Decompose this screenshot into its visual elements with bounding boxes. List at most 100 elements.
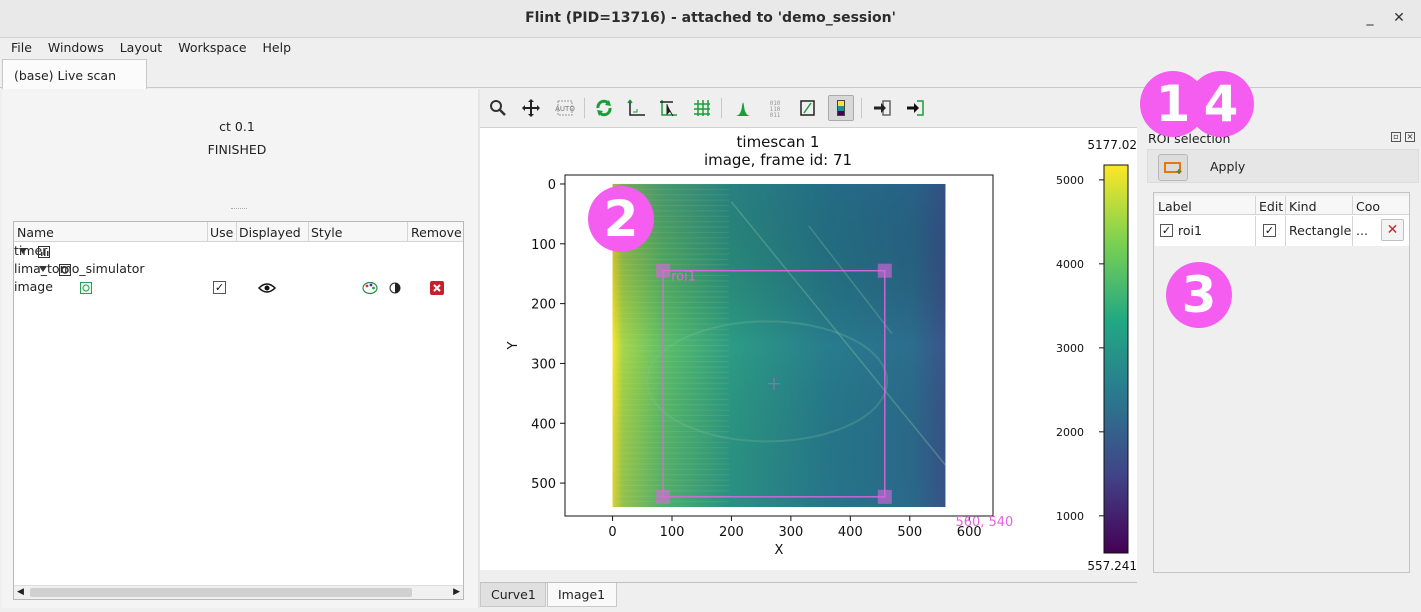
- horizontal-scrollbar[interactable]: ◀ ▶: [14, 585, 463, 599]
- tree-header: Name Use Displayed Style Remove: [14, 222, 463, 242]
- image-icon: [80, 282, 92, 294]
- expand-arrow-icon[interactable]: [39, 266, 47, 272]
- y-axis: 0 100 200 300 400 500: [531, 178, 565, 492]
- column-displayed[interactable]: Displayed: [239, 225, 301, 243]
- roi-label-cell[interactable]: roi1: [1178, 223, 1202, 238]
- y-axis-label: Y: [506, 341, 521, 350]
- menu-windows[interactable]: Windows: [48, 38, 104, 55]
- plot-canvas[interactable]: timescan 1 image, frame id: 71 0 100 200 30…: [480, 127, 1137, 571]
- tab-live-scan[interactable]: (base) Live scan: [2, 59, 147, 89]
- tab-curve1[interactable]: Curve1: [480, 583, 546, 607]
- roi-handle[interactable]: [656, 489, 671, 504]
- roi-handle[interactable]: [877, 263, 892, 278]
- x-axis-label: X: [775, 543, 784, 558]
- column-use[interactable]: Use: [210, 225, 233, 243]
- column-remove[interactable]: Remove: [411, 225, 462, 243]
- menu-layout[interactable]: Layout: [120, 38, 163, 55]
- aspect-ratio-icon[interactable]: [795, 95, 821, 121]
- chart-icon: [38, 246, 50, 258]
- roi-label: roi1: [671, 270, 696, 285]
- import-icon[interactable]: [869, 95, 895, 121]
- y-tick-label: 500: [531, 477, 556, 492]
- crosshair-cursor-icon[interactable]: [656, 95, 682, 121]
- close-button[interactable]: ✕: [1389, 8, 1409, 28]
- colorbar-tick-label: 5000: [1056, 174, 1084, 187]
- image-plot[interactable]: timescan 1 image, frame id: 71 0 100 200 30…: [480, 128, 1137, 571]
- palette-icon[interactable]: [362, 281, 378, 295]
- tree-row[interactable]: timer: [14, 243, 463, 261]
- zoom-icon[interactable]: [485, 95, 511, 121]
- window-title: Flint (PID=13716) - attached to 'demo_se…: [525, 10, 896, 26]
- autoscale-icon[interactable]: AUTO: [552, 95, 578, 121]
- roi-edit-checkbox[interactable]: ✓: [1263, 224, 1276, 237]
- column-kind[interactable]: Kind: [1289, 199, 1317, 214]
- use-checkbox[interactable]: ✓: [213, 281, 226, 294]
- colorbar-min-label: 557.2411: [1087, 559, 1137, 571]
- image-plot-panel: AUTO 010 110 011 timescan 1 image, frame…: [480, 89, 1137, 608]
- annotation-badge-3: 3: [1166, 262, 1232, 328]
- tree-item-label: lima_tomo_simulator: [14, 261, 145, 276]
- apply-button[interactable]: Apply: [1210, 159, 1245, 174]
- roi-kind-cell: Rectangle: [1289, 223, 1352, 238]
- column-coords[interactable]: Coo: [1356, 199, 1380, 214]
- expand-arrow-icon[interactable]: [19, 248, 27, 254]
- refresh-icon[interactable]: [591, 95, 617, 121]
- raw-data-icon[interactable]: 010 110 011: [762, 95, 788, 121]
- svg-text:011: 011: [770, 112, 781, 118]
- roi-row[interactable]: ✓ roi1 ✓ Rectangle ... ✕: [1155, 216, 1409, 246]
- scan-command-text: ct 0.1: [219, 119, 255, 134]
- roi-coords-cell[interactable]: ...: [1356, 223, 1368, 238]
- axes-options-icon[interactable]: [624, 95, 650, 121]
- column-name[interactable]: Name: [17, 225, 54, 243]
- plot-tab-bar: Curve1 Image1: [480, 582, 1137, 608]
- colorbar-tick-label: 3000: [1056, 342, 1084, 355]
- remove-icon[interactable]: [430, 281, 444, 295]
- export-icon[interactable]: [902, 95, 928, 121]
- roi-visible-checkbox[interactable]: ✓: [1160, 224, 1173, 237]
- float-dock-icon[interactable]: ▫: [1391, 132, 1401, 142]
- column-style[interactable]: Style: [311, 225, 342, 243]
- channel-tree: Name Use Displayed Style Remove timer li…: [13, 221, 464, 600]
- tree-item-label: image: [14, 279, 53, 294]
- y-tick-label: 100: [531, 238, 556, 253]
- menu-help[interactable]: Help: [263, 38, 292, 55]
- colorbar-toggle-icon[interactable]: [828, 95, 854, 121]
- device-icon: [59, 264, 71, 276]
- close-dock-icon[interactable]: ×: [1405, 132, 1415, 142]
- y-tick-label: 200: [531, 298, 556, 313]
- svg-text:AUTO: AUTO: [555, 105, 575, 113]
- x-tick-label: 500: [897, 525, 922, 540]
- roi-table-header: Label Edit Kind Coo: [1155, 196, 1409, 215]
- contrast-icon[interactable]: [389, 282, 401, 294]
- eye-icon[interactable]: [258, 282, 276, 294]
- grid-icon[interactable]: [689, 95, 715, 121]
- colorbar-gradient: [1103, 164, 1129, 554]
- tab-image1[interactable]: Image1: [547, 583, 617, 607]
- colorbar-tick-label: 1000: [1056, 510, 1084, 523]
- pan-icon[interactable]: [518, 95, 544, 121]
- annotation-badge-4: 4: [1188, 71, 1254, 137]
- tree-row[interactable]: lima_tomo_simulator: [14, 261, 463, 279]
- delete-roi-button[interactable]: ✕: [1381, 219, 1404, 241]
- scan-info-panel: ct 0.1 FINISHED Name Use Displayed Style…: [2, 89, 478, 608]
- roi-handle[interactable]: [656, 263, 671, 278]
- column-label[interactable]: Label: [1158, 199, 1192, 214]
- window-titlebar: Flint (PID=13716) - attached to 'demo_se…: [0, 0, 1421, 38]
- x-tick-label: 300: [778, 525, 803, 540]
- tree-row[interactable]: image ✓: [14, 279, 463, 297]
- menu-bar: File Windows Layout Workspace Help: [0, 38, 1421, 58]
- plot-toolbar: AUTO 010 110 011: [480, 89, 1137, 127]
- column-edit[interactable]: Edit: [1259, 199, 1283, 214]
- add-rectangle-roi-button[interactable]: [1158, 154, 1188, 181]
- rectangle-roi-icon: [1164, 162, 1182, 174]
- roi-handle[interactable]: [877, 489, 892, 504]
- roi-table: Label Edit Kind Coo ✓ roi1 ✓ Rectangle .…: [1155, 196, 1409, 246]
- peak-fit-icon[interactable]: [730, 95, 756, 121]
- colorbar: 5177.023 5000 4000 3000 2000 1000 557.2411: [1056, 138, 1137, 571]
- menu-workspace[interactable]: Workspace: [178, 38, 246, 55]
- x-tick-label: 0: [608, 525, 616, 540]
- minimize-button[interactable]: _: [1360, 8, 1380, 28]
- menu-file[interactable]: File: [11, 38, 32, 55]
- splitter-grip[interactable]: [231, 208, 247, 211]
- x-tick-label: 100: [660, 525, 685, 540]
